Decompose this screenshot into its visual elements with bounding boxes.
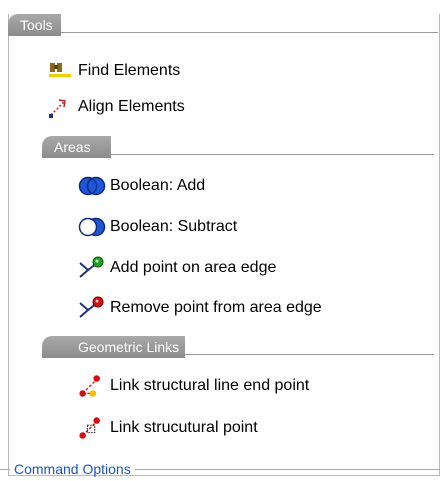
binoculars-icon bbox=[46, 59, 74, 83]
remove-point-icon bbox=[78, 296, 106, 320]
boolean-add-label: Boolean: Add bbox=[110, 177, 206, 194]
boolean-subtract-button[interactable]: Boolean: Subtract bbox=[78, 213, 237, 241]
add-point-icon bbox=[78, 256, 106, 280]
link-line-end-icon bbox=[78, 374, 106, 398]
remove-point-button[interactable]: Remove point from area edge bbox=[78, 294, 322, 322]
boolean-subtract-label: Boolean: Subtract bbox=[110, 218, 238, 235]
align-arrow-icon bbox=[46, 95, 74, 119]
find-elements-label: Find Elements bbox=[78, 62, 181, 79]
command-options-label[interactable]: Command Options bbox=[10, 461, 135, 477]
align-elements-button[interactable]: Align Elements bbox=[46, 93, 185, 121]
tools-section-header[interactable]: Tools bbox=[8, 14, 438, 36]
find-elements-button[interactable]: Find Elements bbox=[46, 57, 180, 85]
divider bbox=[60, 31, 438, 33]
boolean-add-icon bbox=[78, 174, 106, 198]
link-line-end-label: Link structural line end point bbox=[110, 377, 310, 394]
add-point-label: Add point on area edge bbox=[110, 259, 277, 276]
divider bbox=[134, 468, 440, 470]
command-options-row[interactable]: Command Options bbox=[0, 460, 444, 478]
link-point-label: Link strucutural point bbox=[110, 419, 258, 436]
link-point-button[interactable]: Link strucutural point bbox=[78, 414, 258, 442]
divider bbox=[0, 468, 10, 470]
divider bbox=[110, 153, 434, 155]
link-point-icon bbox=[78, 416, 106, 440]
remove-point-label: Remove point from area edge bbox=[110, 299, 322, 316]
areas-header-label: Areas bbox=[42, 136, 111, 158]
align-elements-label: Align Elements bbox=[78, 98, 185, 115]
divider bbox=[185, 353, 434, 355]
geometric-links-header-label: Geometric Links bbox=[42, 336, 186, 358]
tools-header-label: Tools bbox=[8, 14, 61, 36]
link-line-end-button[interactable]: Link structural line end point bbox=[78, 372, 309, 400]
boolean-add-button[interactable]: Boolean: Add bbox=[78, 172, 205, 200]
boolean-subtract-icon bbox=[78, 215, 106, 239]
geometric-links-section-header[interactable]: Geometric Links bbox=[42, 336, 434, 358]
areas-section-header[interactable]: Areas bbox=[42, 136, 434, 158]
add-point-button[interactable]: Add point on area edge bbox=[78, 254, 276, 282]
